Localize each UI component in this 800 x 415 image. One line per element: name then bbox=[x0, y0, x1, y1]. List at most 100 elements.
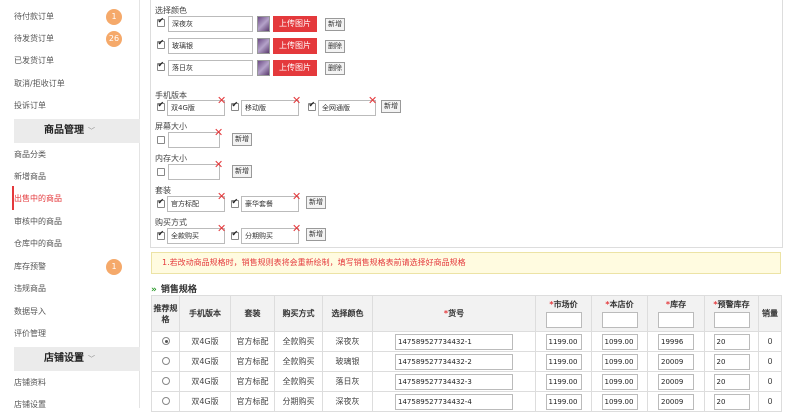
purchase-cell: 分期购买 bbox=[274, 391, 323, 412]
bulk-market-price-input[interactable] bbox=[545, 312, 582, 328]
market-price-input[interactable]: 1199.00 bbox=[545, 353, 582, 370]
bulk-warning-input[interactable] bbox=[713, 312, 750, 328]
warning-input[interactable]: 20 bbox=[713, 373, 750, 390]
delete-color-button[interactable]: 删除 bbox=[325, 62, 345, 75]
package-checkbox[interactable] bbox=[231, 197, 239, 208]
stock-input[interactable]: 19996 bbox=[658, 333, 694, 350]
add-version-button[interactable]: 新增 bbox=[381, 100, 401, 113]
sku-input[interactable]: 147589527734432-4 bbox=[395, 393, 513, 410]
version-checkbox[interactable] bbox=[308, 100, 316, 111]
close-icon[interactable]: ✕ bbox=[217, 95, 226, 106]
screen-input[interactable] bbox=[168, 132, 220, 148]
sku-input[interactable]: 147589527734432-3 bbox=[395, 373, 513, 390]
close-icon[interactable]: ✕ bbox=[292, 191, 301, 202]
color-name-input[interactable]: 落日灰 bbox=[168, 60, 253, 76]
screen-checkbox[interactable] bbox=[157, 136, 165, 144]
market-price-input[interactable]: 1199.00 bbox=[545, 393, 582, 410]
package-label: 套装 bbox=[155, 186, 171, 195]
shop-price-cell: 1099.00 bbox=[591, 391, 648, 412]
close-icon[interactable]: ✕ bbox=[214, 127, 223, 138]
sku-cell: 147589527734432-1 bbox=[372, 331, 536, 352]
sidebar-item-label: 库存预警 bbox=[14, 262, 46, 271]
warning-input[interactable]: 20 bbox=[713, 333, 750, 350]
market-price-cell: 1199.00 bbox=[535, 391, 592, 412]
sidebar-item-shipped[interactable]: 已发货订单 bbox=[14, 51, 140, 71]
purchase-input[interactable]: 分期购买 bbox=[241, 228, 299, 244]
color-checkbox[interactable] bbox=[157, 16, 165, 27]
sales-cell: 0 bbox=[758, 391, 782, 412]
stock-input[interactable]: 20009 bbox=[658, 373, 694, 390]
sidebar-item-complaints[interactable]: 投诉订单 bbox=[14, 96, 140, 116]
close-icon[interactable]: ✕ bbox=[292, 223, 301, 234]
goods-management-header[interactable]: 商品管理 ﹀ bbox=[14, 119, 140, 143]
package-input[interactable]: 豪华套餐 bbox=[241, 196, 299, 212]
version-checkbox[interactable] bbox=[157, 100, 165, 111]
add-color-button[interactable]: 新增 bbox=[325, 18, 345, 31]
sidebar-item-new-goods[interactable]: 新增商品 bbox=[14, 167, 140, 187]
close-icon[interactable]: ✕ bbox=[217, 223, 226, 234]
shop-price-input[interactable]: 1099.00 bbox=[601, 393, 638, 410]
delete-color-button[interactable]: 删除 bbox=[325, 40, 345, 53]
col-sales: 销量 bbox=[758, 295, 782, 332]
recommend-radio[interactable] bbox=[161, 396, 170, 405]
color-thumbnail bbox=[257, 38, 270, 54]
add-purchase-button[interactable]: 新增 bbox=[306, 228, 326, 241]
recommend-radio[interactable] bbox=[161, 376, 170, 385]
add-package-button[interactable]: 新增 bbox=[306, 196, 326, 209]
recommend-radio[interactable] bbox=[161, 356, 170, 365]
stock-input[interactable]: 20009 bbox=[658, 393, 694, 410]
version-input[interactable]: 移动版 bbox=[241, 100, 299, 116]
sidebar-item-reviews[interactable]: 评价管理 bbox=[14, 324, 140, 344]
warning-input[interactable]: 20 bbox=[713, 353, 750, 370]
shop-settings-header[interactable]: 店铺设置 ﹀ bbox=[14, 347, 140, 371]
sidebar-item-on-sale[interactable]: 出售中的商品 bbox=[14, 189, 140, 209]
recommend-radio[interactable] bbox=[161, 336, 170, 345]
close-icon[interactable]: ✕ bbox=[217, 191, 226, 202]
sidebar-item-import[interactable]: 数据导入 bbox=[14, 302, 140, 322]
memory-checkbox[interactable] bbox=[157, 168, 165, 176]
color-cell: 玻璃银 bbox=[322, 351, 373, 372]
purchase-cell: 全款购买 bbox=[274, 331, 323, 352]
color-checkbox[interactable] bbox=[157, 38, 165, 49]
color-name-input[interactable]: 深夜灰 bbox=[168, 16, 253, 32]
market-price-input[interactable]: 1199.00 bbox=[545, 373, 582, 390]
sidebar-item-category[interactable]: 商品分类 bbox=[14, 145, 140, 165]
col-shop-price: *本店价 bbox=[591, 295, 648, 332]
col-label: 预警库存 bbox=[717, 300, 750, 309]
bulk-stock-input[interactable] bbox=[658, 312, 694, 328]
bulk-shop-price-input[interactable] bbox=[601, 312, 638, 328]
upload-image-button[interactable]: 上传图片 bbox=[273, 38, 317, 54]
color-name-input[interactable]: 玻璃银 bbox=[168, 38, 253, 54]
shop-price-input[interactable]: 1099.00 bbox=[601, 333, 638, 350]
upload-image-button[interactable]: 上传图片 bbox=[273, 60, 317, 76]
package-checkbox[interactable] bbox=[157, 197, 165, 208]
version-checkbox[interactable] bbox=[231, 100, 239, 111]
sidebar-item-cancelled[interactable]: 取消/拒收订单 bbox=[14, 74, 140, 94]
color-cell: 落日灰 bbox=[322, 371, 373, 392]
upload-image-button[interactable]: 上传图片 bbox=[273, 16, 317, 32]
shop-price-input[interactable]: 1099.00 bbox=[601, 353, 638, 370]
purchase-checkbox[interactable] bbox=[157, 229, 165, 240]
pending-shipment-badge: 26 bbox=[106, 31, 122, 47]
add-screen-button[interactable]: 新增 bbox=[232, 133, 252, 146]
sidebar-item-shop-settings[interactable]: 店铺设置 bbox=[14, 395, 140, 415]
warning-input[interactable]: 20 bbox=[713, 393, 750, 410]
main-content: 选择颜色 深夜灰 上传图片 新增 玻璃银 上传图片 删除 落日灰 上传图片 删除… bbox=[148, 0, 800, 412]
market-price-input[interactable]: 1199.00 bbox=[545, 333, 582, 350]
sidebar-item-reviewing[interactable]: 审核中的商品 bbox=[14, 212, 140, 232]
sidebar-item-shop-info[interactable]: 店铺资料 bbox=[14, 373, 140, 393]
close-icon[interactable]: ✕ bbox=[292, 95, 301, 106]
sidebar-item-violations[interactable]: 违规商品 bbox=[14, 279, 140, 299]
add-memory-button[interactable]: 新增 bbox=[232, 165, 252, 178]
memory-input[interactable] bbox=[168, 164, 220, 180]
stock-input[interactable]: 20009 bbox=[658, 353, 694, 370]
shop-price-input[interactable]: 1099.00 bbox=[601, 373, 638, 390]
sales-cell: 0 bbox=[758, 351, 782, 372]
sku-input[interactable]: 147589527734432-1 bbox=[395, 333, 513, 350]
sidebar-item-warehouse[interactable]: 仓库中的商品 bbox=[14, 234, 140, 254]
purchase-checkbox[interactable] bbox=[231, 229, 239, 240]
color-checkbox[interactable] bbox=[157, 60, 165, 71]
close-icon[interactable]: ✕ bbox=[214, 159, 223, 170]
close-icon[interactable]: ✕ bbox=[368, 95, 377, 106]
sku-input[interactable]: 147589527734432-2 bbox=[395, 353, 513, 370]
